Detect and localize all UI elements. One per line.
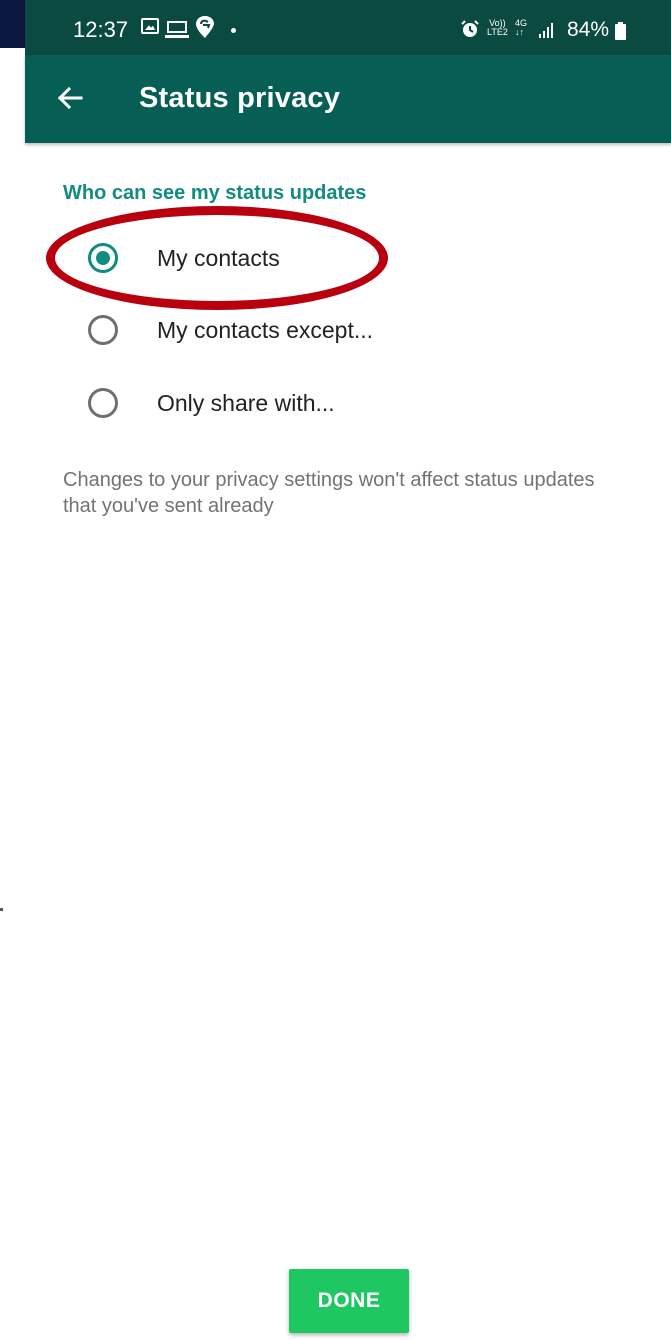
radio-unselected-icon[interactable]	[88, 315, 118, 345]
swiggy-notification-icon	[196, 16, 214, 38]
privacy-note: Changes to your privacy settings won't a…	[63, 469, 595, 517]
phone-screen: 12:37 Vo)) LTE2 4G ↓↑ 84% Status privacy…	[25, 0, 671, 1340]
done-button[interactable]: DONE	[289, 1269, 409, 1333]
radio-unselected-icon[interactable]	[88, 388, 118, 418]
alarm-icon	[461, 20, 479, 37]
volte-indicator: Vo)) LTE2	[487, 19, 508, 37]
option-only-share-with[interactable]: Only share with...	[25, 373, 671, 435]
radio-selected-icon[interactable]	[88, 243, 118, 273]
background-edge-light	[0, 48, 26, 120]
section-header: Who can see my status updates	[63, 182, 367, 204]
more-notifications-dot-icon	[231, 28, 236, 33]
background-mark	[0, 908, 3, 911]
data-arrows-icon: ↓↑	[515, 27, 524, 37]
laptop-notification-icon	[165, 21, 189, 38]
option-my-contacts-except[interactable]: My contacts except...	[25, 300, 671, 362]
back-arrow-icon[interactable]	[53, 81, 87, 115]
status-time: 12:37	[73, 17, 129, 42]
network-type-indicator: 4G ↓↑	[515, 19, 527, 37]
option-label: My contacts except...	[157, 317, 374, 343]
option-label: Only share with...	[157, 390, 335, 416]
option-my-contacts[interactable]: My contacts	[25, 228, 671, 290]
signal-strength-icon	[539, 23, 553, 38]
background-edge	[0, 0, 25, 48]
battery-icon	[615, 22, 626, 40]
app-bar: Status privacy	[25, 55, 671, 143]
status-bar: 12:37 Vo)) LTE2 4G ↓↑ 84%	[25, 0, 671, 55]
option-label: My contacts	[157, 245, 280, 271]
battery-percent: 84%	[567, 18, 610, 41]
gallery-notification-icon	[141, 18, 159, 34]
volte-sim-label: LTE2	[487, 27, 508, 37]
page-title: Status privacy	[139, 82, 341, 114]
